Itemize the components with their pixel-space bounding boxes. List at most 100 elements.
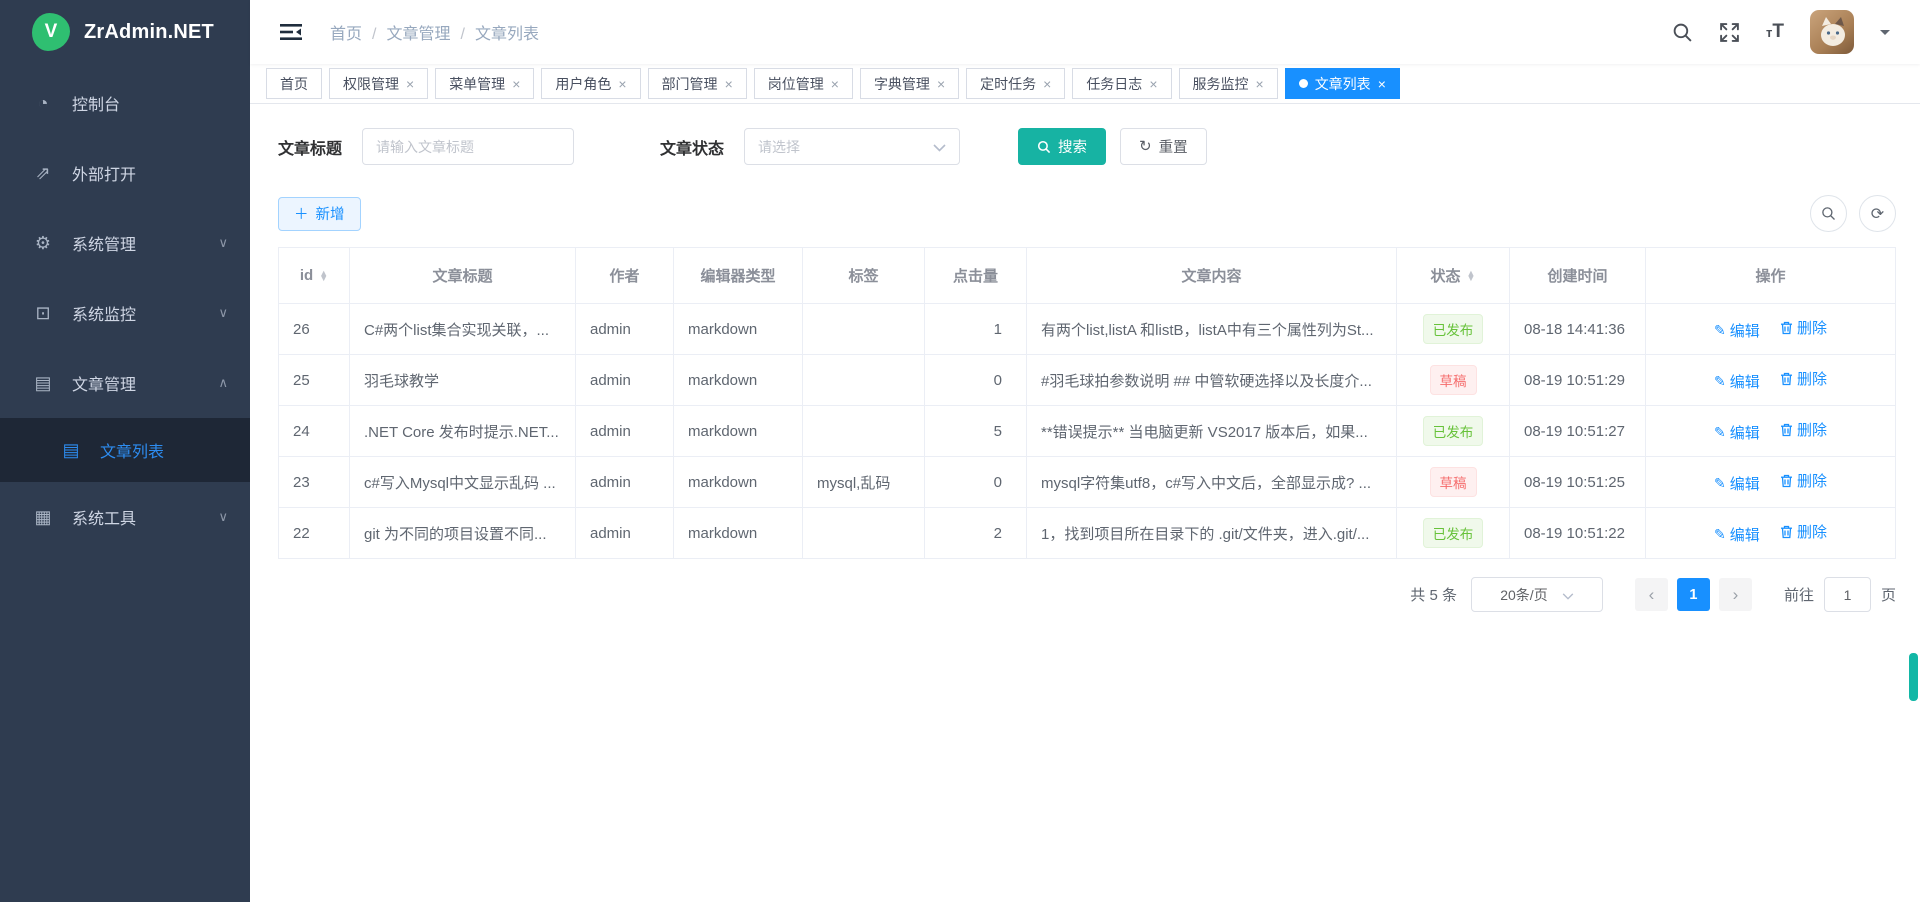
- sidebar-item-label: 外部打开: [72, 161, 228, 185]
- close-icon[interactable]: ×: [937, 77, 945, 91]
- close-icon[interactable]: ×: [1149, 77, 1157, 91]
- cell-created-time: 08-18 14:41:36: [1510, 304, 1646, 355]
- column-header[interactable]: 状态 ▲▼: [1397, 248, 1510, 304]
- sidebar-item[interactable]: ▦ 系统工具 ∨: [0, 482, 250, 552]
- tab-label: 任务日志: [1086, 74, 1142, 94]
- column-header[interactable]: 创建时间: [1510, 248, 1646, 304]
- topbar-actions: тT: [1672, 10, 1890, 54]
- close-icon[interactable]: ×: [1378, 77, 1386, 91]
- tab-label: 岗位管理: [768, 74, 824, 94]
- logo[interactable]: V ZrAdmin.NET: [0, 0, 250, 64]
- sidebar-item[interactable]: ⇗ 外部打开: [0, 138, 250, 208]
- pencil-icon: ✎: [1714, 475, 1726, 492]
- tab-label: 定时任务: [980, 74, 1036, 94]
- article-title-input[interactable]: [362, 128, 574, 165]
- font-size-icon[interactable]: тT: [1766, 21, 1784, 43]
- cell-hits: 2: [925, 508, 1027, 559]
- article-status-select[interactable]: 请选择: [744, 128, 960, 165]
- toggle-search-button[interactable]: [1810, 195, 1847, 232]
- sidebar-collapse-icon[interactable]: [280, 22, 302, 42]
- scrollbar-thumb[interactable]: [1909, 653, 1918, 701]
- sidebar-item[interactable]: ◔ 控制台: [0, 68, 250, 138]
- page-content: 文章标题 文章状态 请选择 搜索: [250, 104, 1920, 902]
- close-icon[interactable]: ×: [1256, 77, 1264, 91]
- reset-button[interactable]: ↻ 重置: [1120, 128, 1207, 165]
- close-icon[interactable]: ×: [406, 77, 414, 91]
- cell-status: 已发布: [1397, 508, 1510, 559]
- avatar[interactable]: [1810, 10, 1854, 54]
- add-button[interactable]: ＋ 新增: [278, 197, 361, 231]
- sidebar-item[interactable]: ⚙ 系统管理 ∨: [0, 208, 250, 278]
- breadcrumb-item[interactable]: 文章管理: [386, 20, 464, 44]
- cell-title: .NET Core 发布时提示.NET...: [350, 406, 576, 457]
- edit-button[interactable]: ✎ 编辑: [1714, 422, 1760, 443]
- tab[interactable]: 字典管理 ×: [860, 68, 959, 99]
- breadcrumb-item[interactable]: 首页: [330, 20, 376, 44]
- delete-button[interactable]: 删除: [1780, 521, 1827, 542]
- column-header[interactable]: 编辑器类型: [674, 248, 803, 304]
- cell-actions: ✎ 编辑: [1646, 406, 1896, 457]
- edit-button[interactable]: ✎ 编辑: [1714, 371, 1760, 392]
- search-button[interactable]: 搜索: [1018, 128, 1106, 165]
- close-icon[interactable]: ×: [725, 77, 733, 91]
- tabs-bar: 首页 权限管理 × 菜单管理 × 用户角色: [250, 64, 1920, 104]
- cell-author: admin: [576, 406, 674, 457]
- close-icon[interactable]: ×: [512, 77, 520, 91]
- sidebar-item-label: 系统监控: [72, 301, 200, 325]
- cell-created-time: 08-19 10:51:27: [1510, 406, 1646, 457]
- tab[interactable]: 菜单管理 ×: [435, 68, 534, 99]
- next-page-button[interactable]: ›: [1719, 578, 1752, 611]
- delete-button[interactable]: 删除: [1780, 368, 1827, 389]
- cell-tags: [803, 304, 925, 355]
- column-header[interactable]: 操作: [1646, 248, 1896, 304]
- goto-page-input[interactable]: [1824, 577, 1871, 612]
- column-header[interactable]: 文章标题: [350, 248, 576, 304]
- column-header[interactable]: 文章内容: [1027, 248, 1397, 304]
- cell-id: 25: [279, 355, 350, 406]
- refresh-table-button[interactable]: ⟳: [1859, 195, 1896, 232]
- cell-content: #羽毛球拍参数说明 ## 中管软硬选择以及长度介...: [1027, 355, 1397, 406]
- tab[interactable]: 文章列表 ×: [1285, 68, 1400, 99]
- column-header[interactable]: id ▲▼: [279, 248, 350, 304]
- delete-button[interactable]: 删除: [1780, 470, 1827, 491]
- chevron-down-icon: [933, 139, 946, 155]
- table-row: 24 .NET Core 发布时提示.NET... admin markdown…: [279, 406, 1896, 457]
- edit-button[interactable]: ✎ 编辑: [1714, 473, 1760, 494]
- tab-label: 首页: [280, 74, 308, 94]
- sidebar-item[interactable]: ▤ 文章列表: [0, 418, 250, 482]
- chevron-down-icon[interactable]: [1880, 30, 1890, 40]
- tab[interactable]: 服务监控 ×: [1179, 68, 1278, 99]
- tab[interactable]: 任务日志 ×: [1072, 68, 1171, 99]
- column-header[interactable]: 点击量: [925, 248, 1027, 304]
- search-icon[interactable]: [1672, 22, 1693, 43]
- tab[interactable]: 首页: [266, 68, 322, 99]
- tab[interactable]: 用户角色 ×: [541, 68, 640, 99]
- close-icon[interactable]: ×: [618, 77, 626, 91]
- cell-id: 24: [279, 406, 350, 457]
- tab[interactable]: 岗位管理 ×: [754, 68, 853, 99]
- current-page[interactable]: 1: [1677, 578, 1710, 611]
- tab[interactable]: 定时任务 ×: [966, 68, 1065, 99]
- cell-author: admin: [576, 304, 674, 355]
- fullscreen-icon[interactable]: [1719, 22, 1740, 43]
- close-icon[interactable]: ×: [1043, 77, 1051, 91]
- delete-button[interactable]: 删除: [1780, 317, 1827, 338]
- sidebar-item[interactable]: ▤ 文章管理 ∧: [0, 348, 250, 418]
- cell-actions: ✎ 编辑: [1646, 304, 1896, 355]
- tab[interactable]: 部门管理 ×: [648, 68, 747, 99]
- prev-page-button[interactable]: ‹: [1635, 578, 1668, 611]
- cell-hits: 0: [925, 355, 1027, 406]
- breadcrumb-item[interactable]: 文章列表: [475, 20, 539, 44]
- column-header[interactable]: 作者: [576, 248, 674, 304]
- edit-button[interactable]: ✎ 编辑: [1714, 524, 1760, 545]
- goto-label: 前往: [1784, 584, 1814, 605]
- tab[interactable]: 权限管理 ×: [329, 68, 428, 99]
- edit-button[interactable]: ✎ 编辑: [1714, 320, 1760, 341]
- column-header[interactable]: 标签: [803, 248, 925, 304]
- close-icon[interactable]: ×: [831, 77, 839, 91]
- page-size-select[interactable]: 20条/页: [1471, 577, 1603, 612]
- delete-button[interactable]: 删除: [1780, 419, 1827, 440]
- table-row: 22 git 为不同的项目设置不同... admin markdown 2 1，…: [279, 508, 1896, 559]
- refresh-icon: ↻: [1139, 139, 1152, 154]
- sidebar-item[interactable]: ⊡ 系统监控 ∨: [0, 278, 250, 348]
